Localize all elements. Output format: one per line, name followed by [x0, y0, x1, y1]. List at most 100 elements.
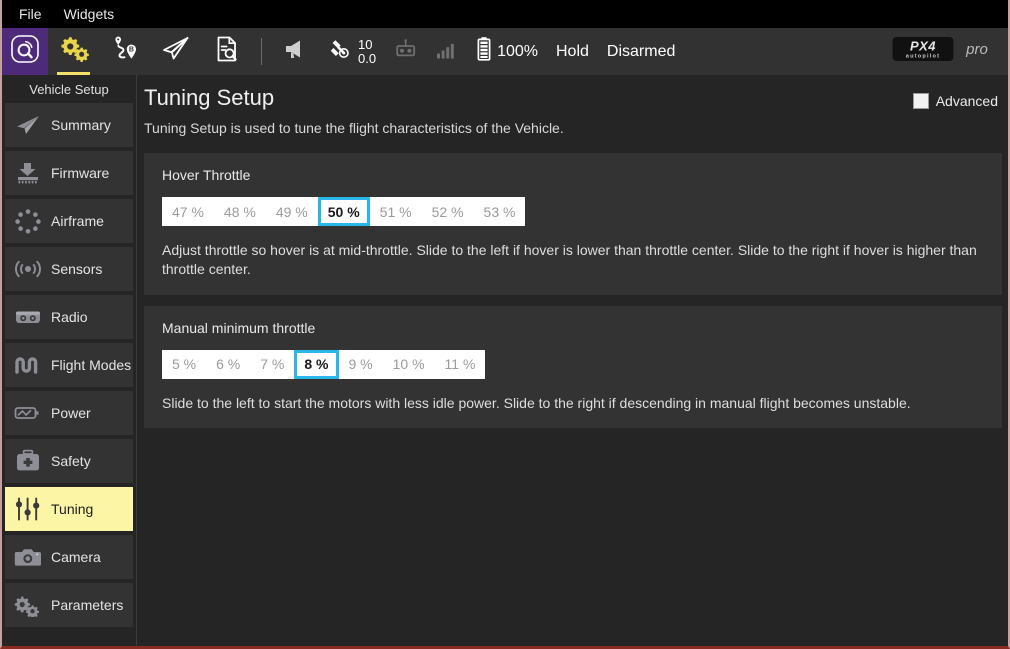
vehicle-setup-sidebar: Vehicle Setup Summary Firmware Airframe …	[2, 75, 137, 646]
toolbar-tab-fly[interactable]	[150, 28, 201, 75]
sidebar-item-label: Radio	[51, 309, 88, 325]
status-battery[interactable]: 100%	[467, 28, 547, 75]
svg-text:pro: pro	[965, 41, 988, 58]
paper-plane-icon	[160, 34, 192, 69]
svg-text:PX4: PX4	[910, 39, 936, 54]
sidebar-item-label: Safety	[51, 453, 91, 469]
flight-mode-label: Hold	[556, 42, 589, 60]
sidebar-item-tuning[interactable]: Tuning	[5, 487, 133, 531]
radio-icon	[13, 303, 43, 331]
status-flight-mode[interactable]: Hold	[547, 28, 598, 75]
menu-widgets[interactable]: Widgets	[55, 3, 124, 25]
hover-throttle-card: Hover Throttle 47 % 48 % 49 % 50 % 51 % …	[144, 153, 1002, 295]
slider-tick[interactable]: 7 %	[250, 350, 294, 379]
slider-handle-current-value[interactable]: 50 %	[317, 197, 370, 227]
sidebar-item-camera[interactable]: Camera	[5, 535, 133, 579]
menu-file[interactable]: File	[10, 3, 51, 25]
paper-plane-icon	[13, 111, 43, 139]
gps-satellite-count: 10	[358, 37, 373, 53]
airframe-icon	[13, 207, 43, 235]
section-description: Slide to the left to start the motors wi…	[162, 394, 911, 411]
sidebar-title: Vehicle Setup	[29, 82, 109, 97]
arm-state-label: Disarmed	[606, 42, 676, 60]
section-description: Adjust throttle so hover is at mid-throt…	[162, 242, 977, 277]
sidebar-item-label: Parameters	[51, 597, 124, 613]
sidebar-item-parameters[interactable]: Parameters	[5, 583, 133, 627]
firmware-icon	[13, 159, 43, 187]
sidebar-item-airframe[interactable]: Airframe	[5, 199, 133, 243]
menu-bar: File Widgets	[2, 0, 1008, 28]
sidebar-item-safety[interactable]: Safety	[5, 439, 133, 483]
slider-tick[interactable]: 11 %	[435, 350, 486, 379]
svg-text:B: B	[128, 46, 133, 53]
section-title: Hover Throttle	[162, 167, 251, 184]
status-arm-state[interactable]: Disarmed	[598, 28, 684, 75]
status-gps[interactable]: 10 0.0	[317, 28, 385, 75]
hover-throttle-slider[interactable]: 47 % 48 % 49 % 50 % 51 % 52 % 53 %	[162, 197, 526, 227]
gps-hdop-value: 0.0	[358, 50, 377, 66]
slider-tick[interactable]: 52 %	[422, 197, 474, 226]
advanced-label: Advanced	[935, 93, 998, 109]
sidebar-item-firmware[interactable]: Firmware	[5, 151, 133, 195]
px4-logo-icon: PX4 autopilot	[892, 36, 954, 67]
px4-pro-suffix-icon: pro	[960, 38, 994, 65]
sidebar-item-label: Airframe	[51, 213, 104, 229]
plan-route-icon: B	[110, 34, 140, 69]
sidebar-item-label: Tuning	[51, 501, 94, 517]
qgc-logo-icon	[10, 34, 40, 69]
toolbar-tab-plan[interactable]: B	[99, 28, 150, 75]
slider-tick[interactable]: 5 %	[162, 350, 206, 379]
checkbox-box-icon[interactable]	[912, 93, 929, 109]
slider-tick[interactable]: 6 %	[206, 350, 250, 379]
toolbar-tab-vehicle-setup[interactable]	[48, 28, 99, 75]
slider-tick[interactable]: 53 %	[474, 197, 526, 226]
sidebar-item-summary[interactable]: Summary	[5, 103, 133, 147]
app-body: Vehicle Setup Summary Firmware Airframe …	[2, 75, 1008, 646]
sidebar-item-label: Sensors	[51, 261, 103, 277]
status-telemetry[interactable]	[427, 28, 467, 75]
page-header: Tuning Setup Tuning Setup is used to tun…	[137, 85, 1008, 136]
megaphone-icon	[282, 37, 308, 66]
safety-icon	[13, 447, 43, 475]
manual-minimum-throttle-card: Manual minimum throttle 5 % 6 % 7 % 8 % …	[144, 305, 1002, 429]
battery-percent-label: 100%	[497, 42, 538, 60]
slider-tick[interactable]: 49 %	[266, 197, 318, 226]
sidebar-item-label: Power	[51, 405, 91, 421]
manual-minimum-throttle-slider[interactable]: 5 % 6 % 7 % 8 % 9 % 10 % 11 %	[162, 349, 486, 379]
toolbar-tab-analyze[interactable]	[201, 28, 252, 75]
qgroundcontrol-window: File Widgets B 10 0.0 100% Hold Disarmed…	[0, 0, 1010, 649]
power-icon	[13, 399, 43, 427]
camera-icon	[13, 543, 43, 571]
sidebar-item-label: Summary	[51, 117, 111, 133]
sidebar-item-sensors[interactable]: Sensors	[5, 247, 133, 291]
status-messages[interactable]	[273, 28, 317, 75]
sidebar-item-flight-modes[interactable]: Flight Modes	[5, 343, 133, 387]
gears-icon	[58, 35, 90, 68]
analyze-document-icon	[212, 34, 242, 69]
gps-readout: 10 0.0	[358, 38, 376, 65]
toolbar-status-group: 10 0.0 100% Hold Disarmed	[271, 28, 684, 75]
slider-tick[interactable]: 10 %	[383, 350, 435, 379]
qgc-logo-button[interactable]	[2, 28, 48, 75]
advanced-checkbox[interactable]: Advanced	[912, 93, 998, 109]
slider-tick[interactable]: 47 %	[162, 197, 214, 226]
tuning-icon	[13, 495, 43, 523]
slider-handle-current-value[interactable]: 8 %	[294, 349, 339, 379]
flight-modes-icon	[13, 351, 43, 379]
sensors-icon	[13, 255, 43, 283]
toolbar-divider	[261, 38, 262, 65]
rc-transmitter-icon	[394, 38, 418, 65]
battery-icon	[476, 36, 492, 67]
sidebar-item-radio[interactable]: Radio	[5, 295, 133, 339]
parameters-icon	[13, 591, 43, 619]
sidebar-item-label: Flight Modes	[51, 357, 132, 373]
section-title: Manual minimum throttle	[162, 319, 316, 336]
slider-tick[interactable]: 9 %	[339, 350, 383, 379]
sidebar-item-power[interactable]: Power	[5, 391, 133, 435]
status-rc[interactable]	[385, 28, 427, 75]
slider-tick[interactable]: 48 %	[214, 197, 266, 226]
page-subtitle: Tuning Setup is used to tune the flight …	[144, 120, 564, 137]
tuning-setup-page: Tuning Setup Tuning Setup is used to tun…	[137, 75, 1008, 646]
slider-tick[interactable]: 51 %	[370, 197, 422, 226]
